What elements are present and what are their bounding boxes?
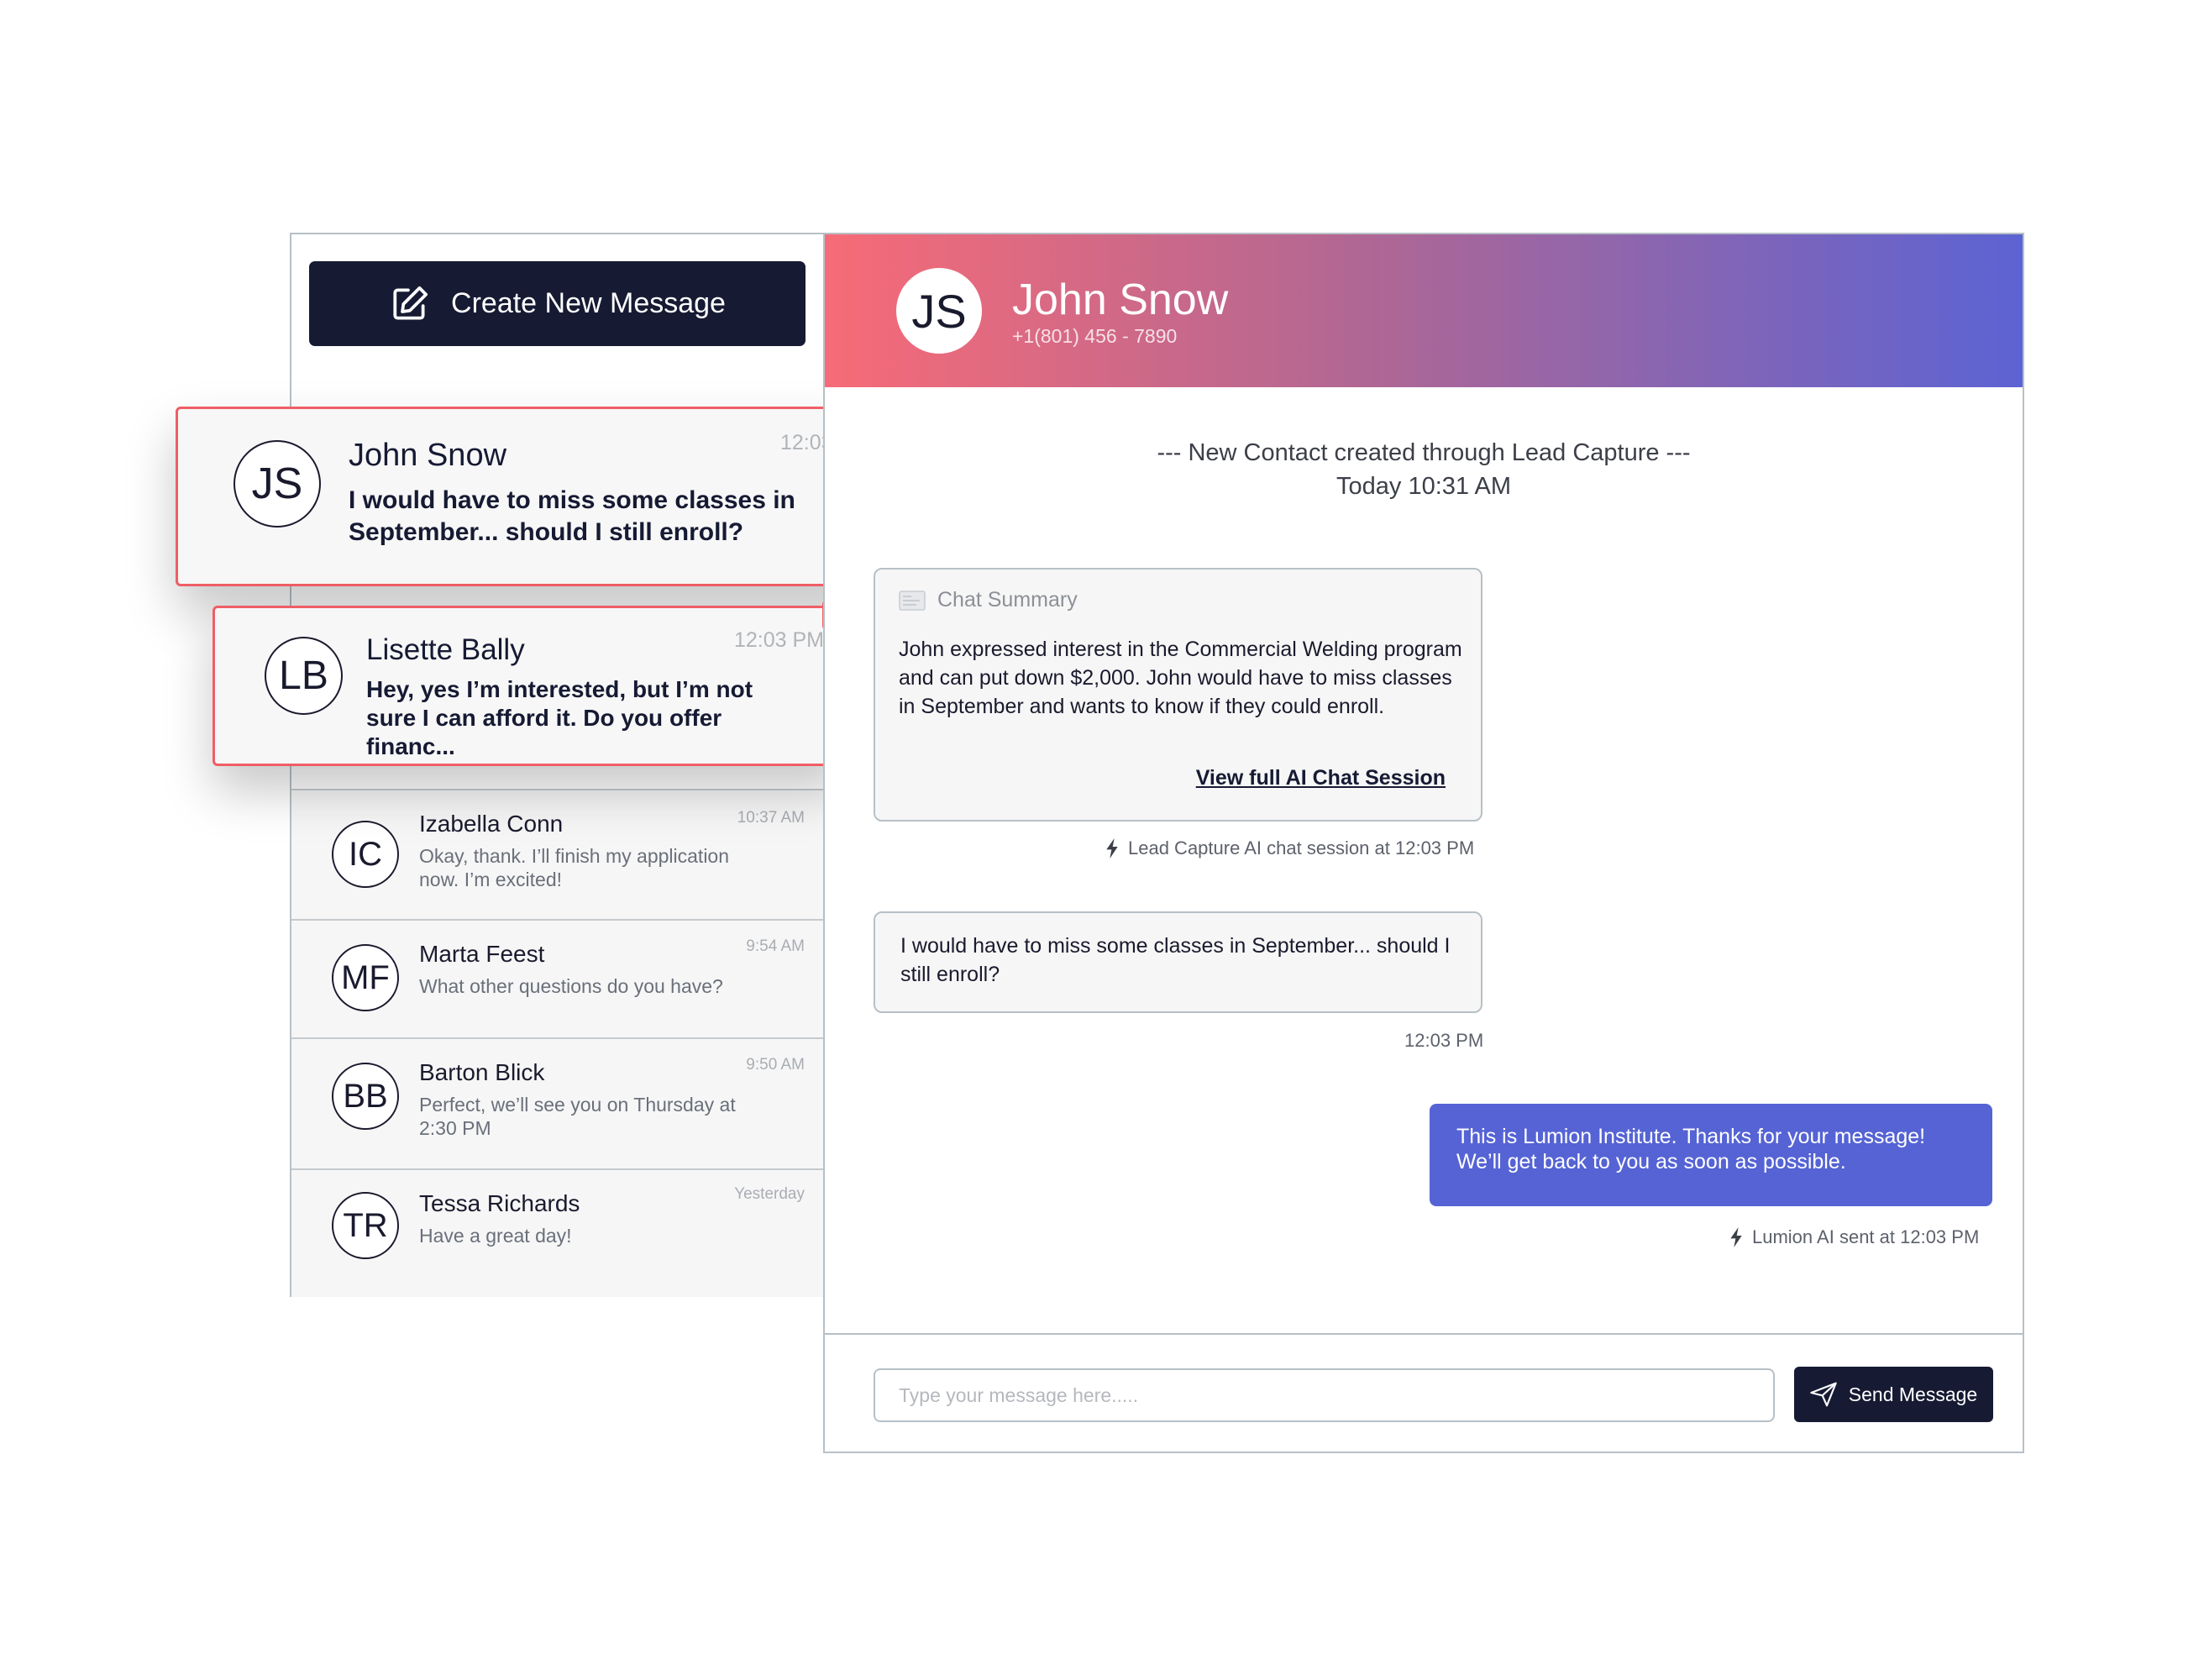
conversation-card-lisette-bally[interactable]: LB Lisette Bally Hey, yes I’m interested… [213,600,853,766]
send-message-button[interactable]: Send Message [1794,1367,1993,1422]
create-new-message-label: Create New Message [451,287,726,319]
conversation-name: Barton Blick [419,1059,545,1085]
conversation-card-john-snow[interactable]: JS John Snow I would have to miss some c… [176,401,898,586]
chat-summary-card: Chat Summary John expressed interest in … [874,568,1482,822]
conversation-preview: Perfect, we’ll see you on Thursday at 2:… [419,1094,736,1139]
contact-name: John Snow [1012,276,1229,324]
conversation-time: 9:54 AM [746,937,805,955]
summary-meta-text: Lead Capture AI chat session at 12:03 PM [1128,837,1475,858]
conversation-time: 10:37 AM [737,809,805,827]
conversation-name: Izabella Conn [419,811,564,837]
outgoing-message-bubble: This is Lumion Institute. Thanks for you… [1430,1104,1992,1206]
message-composer: Send Message [825,1333,2023,1453]
send-message-label: Send Message [1848,1383,1978,1405]
conversation-item-izabella-conn[interactable]: IC Izabella Conn Okay, thank. I’ll finis… [291,790,825,921]
conversation-time: 12:03 PM [733,628,824,652]
conversation-preview: Have a great day! [419,1225,572,1247]
incoming-message-time-text: 12:03 PM [1404,1030,1484,1051]
avatar: TR [332,1192,399,1259]
conversation-time: Yesterday [734,1185,805,1203]
incoming-message-bubble: I would have to miss some classes in Sep… [874,911,1482,1013]
system-message-time: Today 10:31 AM [1336,473,1511,500]
incoming-message-time: 12:03 PM [1404,1030,1483,1052]
contact-avatar: JS [896,268,982,354]
system-message-text: --- New Contact created through Lead Cap… [1157,439,1691,466]
conversation-preview: Hey, yes I’m interested, but I’m not sur… [366,676,753,759]
create-new-message-button[interactable]: Create New Message [309,261,806,346]
chat-summary-title-label: Chat Summary [937,588,1078,612]
message-input[interactable] [874,1368,1775,1422]
incoming-message-text: I would have to miss some classes in Sep… [900,934,1451,986]
avatar: LB [265,637,343,715]
chat-header: JS John Snow +1(801) 456 - 7890 [825,234,2023,387]
chat-summary-icon [899,590,926,611]
lightning-icon [1106,838,1118,858]
conversation-name: Tessa Richards [419,1190,580,1216]
conversation-item-barton-blick[interactable]: BB Barton Blick Perfect, we’ll see you o… [291,1039,825,1170]
conversation-name: Marta Feest [419,941,545,967]
system-message: --- New Contact created through Lead Cap… [825,436,2023,503]
chat-panel: JS John Snow +1(801) 456 - 7890 --- New … [823,233,2024,1453]
conversation-item-marta-feest[interactable]: MF Marta Feest What other questions do y… [291,921,825,1039]
avatar: IC [332,821,399,888]
view-full-ai-chat-session-link[interactable]: View full AI Chat Session [1196,766,1446,790]
conversation-preview: Okay, thank. I’ll finish my application … [419,845,730,890]
conversation-list: IC Izabella Conn Okay, thank. I’ll finis… [291,789,825,1297]
edit-icon [393,286,428,320]
chat-summary-text: John expressed interest in the Commercia… [899,638,1462,718]
conversation-name: Lisette Bally [366,633,525,666]
conversation-preview: I would have to miss some classes in Sep… [349,486,795,546]
outgoing-message-meta-text: Lumion AI sent at 12:03 PM [1752,1226,1980,1247]
avatar: MF [332,944,399,1011]
contact-phone: +1(801) 456 - 7890 [1012,325,1178,347]
outgoing-message-text: This is Lumion Institute. Thanks for you… [1456,1125,1926,1173]
outgoing-message-meta: Lumion AI sent at 12:03 PM [1729,1226,1979,1248]
summary-meta: Lead Capture AI chat session at 12:03 PM [1105,837,1474,859]
avatar: BB [332,1063,399,1130]
send-icon [1810,1382,1837,1407]
chat-summary-title: Chat Summary [899,588,1078,612]
lightning-icon [1730,1227,1742,1247]
avatar: JS [234,440,321,528]
conversation-preview: What other questions do you have? [419,975,723,997]
conversation-time: 9:50 AM [746,1056,805,1074]
conversation-item-tessa-richards[interactable]: TR Tessa Richards Have a great day! Yest… [291,1170,825,1297]
conversation-name: John Snow [349,438,507,473]
